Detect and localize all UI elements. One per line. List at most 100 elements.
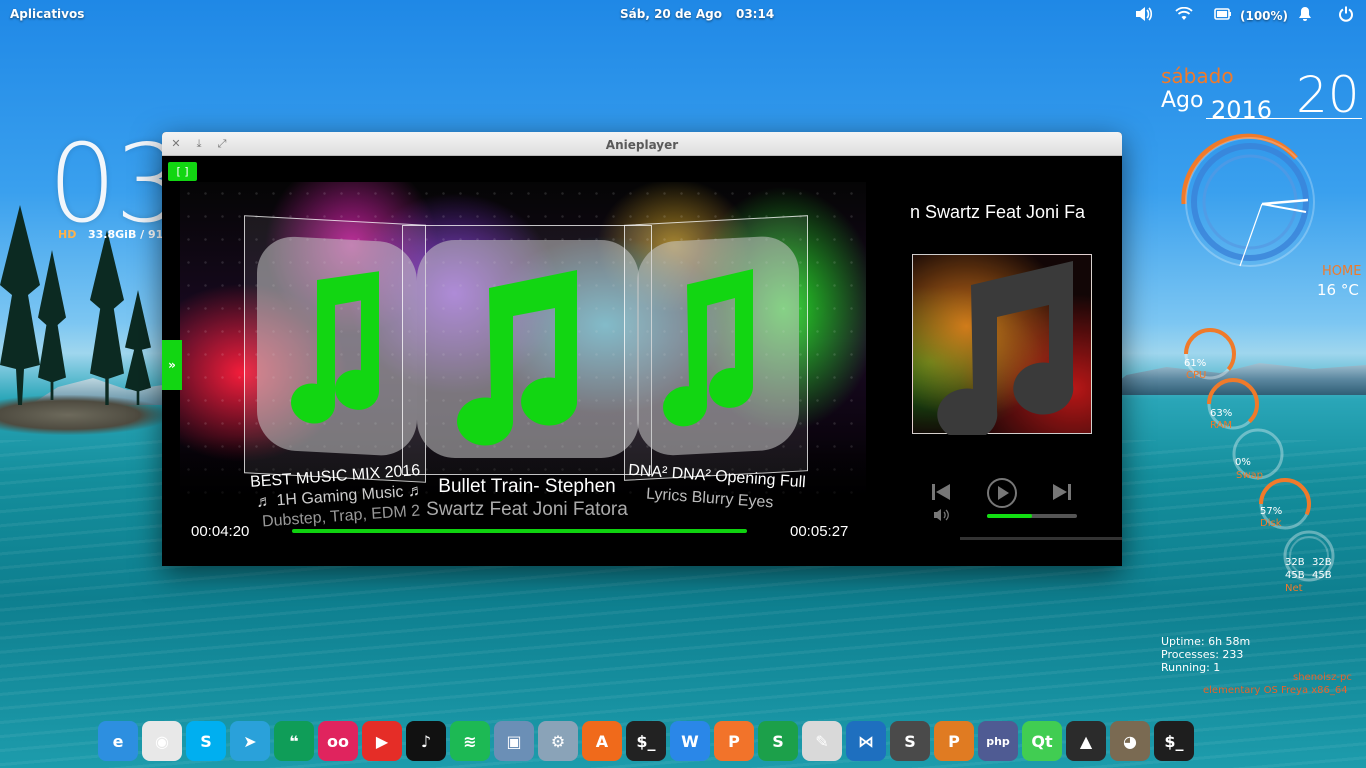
flickr-icon: oo bbox=[327, 731, 349, 751]
qt-creator-icon: Qt bbox=[1031, 731, 1053, 751]
telegram-icon: ➤ bbox=[243, 731, 257, 751]
progress-bar[interactable] bbox=[292, 529, 747, 533]
expand-playlist-button[interactable]: » bbox=[162, 340, 182, 390]
top-panel: Aplicativos Sáb, 20 de Ago 03:14 (100%) bbox=[0, 0, 1366, 28]
battery-percent[interactable]: (100%) bbox=[1240, 7, 1288, 25]
tree bbox=[0, 205, 40, 405]
net-down-a: 32B bbox=[1285, 557, 1305, 568]
terminal-icon: $_ bbox=[636, 731, 656, 751]
net-up-a: 45B bbox=[1285, 570, 1305, 581]
dock-item-telegram[interactable]: ➤ bbox=[230, 721, 270, 761]
notifications-icon[interactable] bbox=[1298, 5, 1312, 23]
dock-item-gimp[interactable]: ◕ bbox=[1110, 721, 1150, 761]
music-note-icon bbox=[257, 234, 417, 458]
vscode-icon: ⋈ bbox=[858, 731, 874, 751]
dock-item-inkscape[interactable]: ▲ bbox=[1066, 721, 1106, 761]
time-total: 00:05:27 bbox=[790, 523, 849, 540]
player-body: [ ] » BEST MUSIC MIX 2016 ♬ 1H Gaming Mu… bbox=[162, 156, 1122, 566]
dock-item-anieplayer[interactable]: ♪ bbox=[406, 721, 446, 761]
conky-year: 2016 bbox=[1211, 96, 1273, 124]
next-icon[interactable] bbox=[1051, 482, 1073, 502]
dock: e ◉ S ➤ ❝ oo ▶ ♪ ≋ ▣ ⚙ A $_ W P S ✎ ⋈ S Pphp Qt ▲ ◕ $_ bbox=[98, 721, 1194, 765]
pycharm-icon: P bbox=[948, 731, 960, 751]
cover-right[interactable] bbox=[624, 215, 808, 481]
music-note-icon bbox=[417, 240, 639, 458]
wifi-icon[interactable] bbox=[1175, 5, 1193, 23]
wps-writer-icon: W bbox=[681, 731, 699, 751]
power-icon[interactable] bbox=[1338, 5, 1354, 23]
play-icon[interactable] bbox=[986, 477, 1018, 509]
anieplayer-icon: ♪ bbox=[420, 731, 432, 751]
window-title: Anieplayer bbox=[605, 138, 679, 152]
panel-time: 03:14 bbox=[735, 7, 775, 21]
net-label: Net bbox=[1285, 583, 1303, 594]
dock-item-elementary[interactable]: e bbox=[98, 721, 138, 761]
anieplayer-window: ✕ ⤓ ⤢ Anieplayer [ ] » BEST MUSIC MIX 20… bbox=[162, 132, 1122, 566]
conky-date-divider bbox=[1206, 118, 1362, 119]
dock-item-php[interactable]: php bbox=[978, 721, 1018, 761]
dock-item-shotwell[interactable]: ▣ bbox=[494, 721, 534, 761]
volume-fill bbox=[987, 514, 1032, 518]
battery-icon[interactable] bbox=[1214, 5, 1232, 23]
gauge-value: 0% bbox=[1235, 457, 1251, 468]
dock-item-terminal[interactable]: $_ bbox=[626, 721, 666, 761]
dock-item-wps-presentation[interactable]: P bbox=[714, 721, 754, 761]
conky-day: 20 bbox=[1296, 66, 1360, 124]
conky-hostname: shenoisz-pc bbox=[1293, 672, 1352, 683]
skype-icon: S bbox=[200, 731, 212, 751]
volume-icon[interactable] bbox=[1134, 5, 1154, 23]
dock-item-flickr[interactable]: oo bbox=[318, 721, 358, 761]
dock-item-text-editor[interactable]: ✎ bbox=[802, 721, 842, 761]
wps-presentation-icon: P bbox=[728, 731, 740, 751]
switchboard-icon: ⚙ bbox=[550, 731, 566, 751]
side-panel-divider bbox=[960, 537, 1122, 540]
youtube-icon: ▶ bbox=[375, 731, 389, 751]
dock-item-spotify[interactable]: ≋ bbox=[450, 721, 490, 761]
hangouts-icon: ❝ bbox=[289, 731, 299, 751]
dock-item-wps-spreadsheets[interactable]: S bbox=[758, 721, 798, 761]
now-playing-title: n Swartz Feat Joni Fa bbox=[910, 202, 1086, 222]
conky-os: elementary OS Freya x86_64 bbox=[1203, 685, 1348, 696]
music-note-icon bbox=[937, 261, 1074, 441]
applications-menu[interactable]: Aplicativos bbox=[10, 7, 84, 21]
volume-slider[interactable] bbox=[987, 514, 1077, 518]
dock-item-pycharm[interactable]: P bbox=[934, 721, 974, 761]
dock-item-sublime-text[interactable]: S bbox=[890, 721, 930, 761]
cover-center-title: Bullet Train- Stephen bbox=[438, 476, 616, 497]
net-up-b: 45B bbox=[1312, 570, 1332, 581]
previous-icon[interactable] bbox=[930, 482, 952, 502]
dock-item-appcenter[interactable]: A bbox=[582, 721, 622, 761]
elementary-icon: e bbox=[112, 731, 124, 751]
uptime: Uptime: 6h 58m bbox=[1161, 635, 1251, 648]
tree bbox=[125, 290, 151, 405]
volume-icon[interactable] bbox=[933, 508, 951, 522]
chrome-icon: ◉ bbox=[155, 731, 169, 751]
inkscape-icon: ▲ bbox=[1079, 731, 1093, 751]
dock-item-chrome[interactable]: ◉ bbox=[142, 721, 182, 761]
dock-item-skype[interactable]: S bbox=[186, 721, 226, 761]
appcenter-icon: A bbox=[595, 731, 609, 751]
running: Running: 1 bbox=[1161, 661, 1221, 674]
dock-item-vscode[interactable]: ⋈ bbox=[846, 721, 886, 761]
dock-item-qt-creator[interactable]: Qt bbox=[1022, 721, 1062, 761]
dock-item-switchboard[interactable]: ⚙ bbox=[538, 721, 578, 761]
processes: Processes: 233 bbox=[1161, 648, 1244, 661]
dock-item-wps-writer[interactable]: W bbox=[670, 721, 710, 761]
panel-clock[interactable]: Sáb, 20 de Ago 03:14 bbox=[620, 7, 774, 21]
dock-item-terminal-2[interactable]: $_ bbox=[1154, 721, 1194, 761]
cover-center-subtitle: Swartz Feat Joni Fatora bbox=[426, 499, 628, 520]
spotify-icon: ≋ bbox=[463, 731, 477, 751]
conky-temperature: 16 °C bbox=[1317, 281, 1359, 299]
window-titlebar[interactable]: ✕ ⤓ ⤢ Anieplayer bbox=[162, 132, 1122, 156]
conky-disk-usage: 33.8GiB / 91. bbox=[88, 228, 168, 241]
text-editor-icon: ✎ bbox=[815, 731, 829, 751]
shore-rocks bbox=[0, 395, 170, 435]
dock-item-youtube[interactable]: ▶ bbox=[362, 721, 402, 761]
dock-item-hangouts[interactable]: ❝ bbox=[274, 721, 314, 761]
net-down-b: 32B bbox=[1312, 557, 1332, 568]
shotwell-icon: ▣ bbox=[506, 731, 522, 751]
cover-center[interactable] bbox=[402, 225, 652, 475]
panel-date: Sáb, 20 de Ago bbox=[620, 7, 722, 21]
fullscreen-button[interactable]: [ ] bbox=[168, 162, 197, 181]
cover-left[interactable] bbox=[244, 215, 426, 483]
